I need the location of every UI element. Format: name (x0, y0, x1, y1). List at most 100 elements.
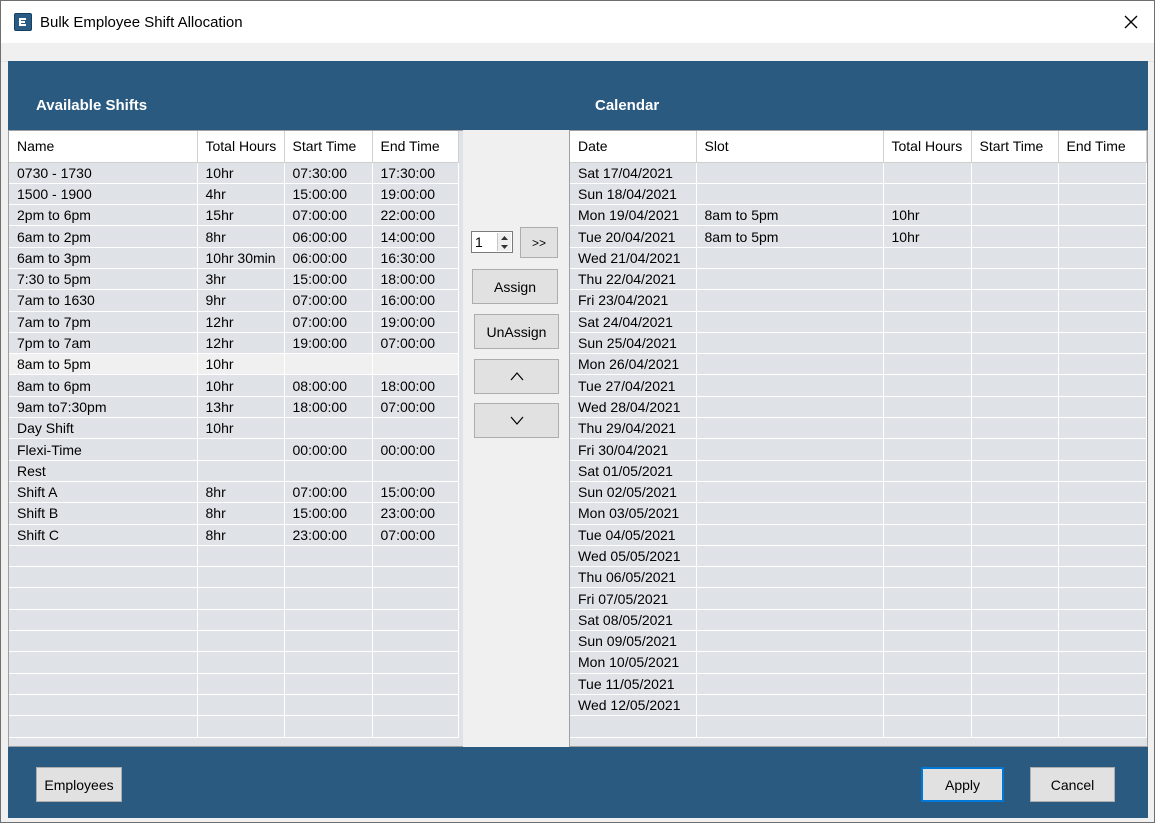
stepper-down-button[interactable] (498, 242, 511, 251)
table-cell (696, 566, 884, 589)
calendar-row[interactable]: Sun 18/04/2021 (570, 183, 1147, 206)
column-header[interactable]: Start Time (971, 131, 1059, 163)
calendar-row[interactable]: Wed 12/05/2021 (570, 694, 1147, 717)
table-cell: Day Shift (9, 417, 198, 440)
shift-row[interactable]: 6am to 2pm 8hr 06:00:00 14:00:00 (9, 225, 459, 248)
calendar-row[interactable]: Tue 20/04/2021 8am to 5pm 10hr (570, 225, 1147, 248)
shift-row[interactable]: Day Shift 10hr (9, 417, 459, 440)
move-forward-button[interactable]: >> (520, 227, 558, 258)
close-button[interactable] (1108, 1, 1154, 43)
calendar-row[interactable]: Mon 26/04/2021 (570, 353, 1147, 376)
calendar-row[interactable]: Sun 25/04/2021 (570, 332, 1147, 355)
shift-row[interactable]: 6am to 3pm 10hr 30min 06:00:00 16:30:00 (9, 247, 459, 269)
table-cell (372, 715, 459, 738)
table-cell: Sun 02/05/2021 (570, 481, 697, 504)
calendar-row[interactable]: Thu 22/04/2021 (570, 268, 1147, 291)
table-cell (971, 524, 1059, 546)
calendar-table: Date Slot Total Hours Start Time End Time Sa… (570, 131, 1147, 738)
table-cell: 8am to 5pm (9, 353, 198, 376)
table-cell: 00:00:00 (372, 438, 459, 461)
calendar-row[interactable]: Mon 10/05/2021 (570, 651, 1147, 674)
calendar-row[interactable]: Wed 28/04/2021 (570, 396, 1147, 419)
table-cell: Thu 06/05/2021 (570, 566, 697, 589)
calendar-row[interactable]: Thu 29/04/2021 (570, 417, 1147, 440)
shift-row[interactable]: 7am to 1630 9hr 07:00:00 16:00:00 (9, 289, 459, 312)
calendar-row[interactable]: Tue 04/05/2021 (570, 524, 1147, 546)
calendar-row[interactable]: Fri 07/05/2021 (570, 587, 1147, 610)
cancel-button[interactable]: Cancel (1030, 767, 1115, 802)
calendar-row[interactable]: Wed 05/05/2021 (570, 545, 1147, 568)
shift-row[interactable]: 9am to7:30pm 13hr 18:00:00 07:00:00 (9, 396, 459, 419)
table-cell (1058, 396, 1147, 419)
table-cell (696, 183, 884, 206)
table-cell: 10hr 30min (197, 247, 285, 269)
title-separator (1, 43, 1154, 62)
calendar-row[interactable]: Thu 06/05/2021 (570, 566, 1147, 589)
employees-button[interactable]: Employees (36, 767, 122, 802)
table-cell (372, 417, 459, 440)
calendar-row[interactable]: Tue 11/05/2021 (570, 673, 1147, 695)
shift-row[interactable]: 8am to 5pm 10hr (9, 353, 459, 376)
column-header[interactable]: Date (570, 131, 697, 163)
calendar-row[interactable]: Wed 21/04/2021 (570, 247, 1147, 269)
count-stepper-value[interactable]: 1 (475, 234, 483, 250)
column-header[interactable]: End Time (1058, 131, 1147, 163)
shift-row[interactable]: 7am to 7pm 12hr 07:00:00 19:00:00 (9, 311, 459, 333)
calendar-grid[interactable]: Date Slot Total Hours Start Time End Time Sa… (569, 130, 1148, 747)
table-cell: Fri 30/04/2021 (570, 438, 697, 461)
table-cell (372, 694, 459, 717)
column-header[interactable]: End Time (372, 131, 459, 163)
table-cell (1058, 417, 1147, 440)
table-cell: 2pm to 6pm (9, 204, 198, 227)
calendar-row[interactable]: Sun 09/05/2021 (570, 630, 1147, 653)
table-cell: 15:00:00 (284, 183, 373, 206)
calendar-row[interactable]: Sun 02/05/2021 (570, 481, 1147, 504)
column-header[interactable]: Name (9, 131, 198, 163)
shift-row[interactable]: Rest (9, 460, 459, 482)
shift-row[interactable]: 1500 - 1900 4hr 15:00:00 19:00:00 (9, 183, 459, 206)
assign-button[interactable]: Assign (472, 269, 558, 304)
table-cell (696, 438, 884, 461)
column-header[interactable]: Total Hours (197, 131, 285, 163)
table-cell: 7:30 to 5pm (9, 268, 198, 291)
shift-row[interactable]: 7pm to 7am 12hr 19:00:00 07:00:00 (9, 332, 459, 355)
calendar-row[interactable]: Sat 01/05/2021 (570, 460, 1147, 482)
shift-row[interactable]: Shift A 8hr 07:00:00 15:00:00 (9, 481, 459, 504)
calendar-row[interactable]: Mon 19/04/2021 8am to 5pm 10hr (570, 204, 1147, 227)
shift-row[interactable]: 0730 - 1730 10hr 07:30:00 17:30:00 (9, 162, 459, 184)
shift-row[interactable]: 8am to 6pm 10hr 08:00:00 18:00:00 (9, 374, 459, 397)
calendar-row[interactable]: Tue 27/04/2021 (570, 374, 1147, 397)
calendar-row[interactable]: Mon 03/05/2021 (570, 502, 1147, 525)
table-cell (372, 353, 459, 376)
table-cell (696, 396, 884, 419)
shift-row[interactable]: Shift C 8hr 23:00:00 07:00:00 (9, 524, 459, 546)
unassign-button[interactable]: UnAssign (474, 314, 559, 349)
calendar-row[interactable]: Fri 30/04/2021 (570, 438, 1147, 461)
calendar-row[interactable]: Fri 23/04/2021 (570, 289, 1147, 312)
column-header[interactable]: Total Hours (883, 131, 972, 163)
table-cell (883, 524, 972, 546)
column-header[interactable]: Start Time (284, 131, 373, 163)
table-cell: 08:00:00 (284, 374, 373, 397)
empty-row (9, 651, 459, 674)
table-cell: 8am to 6pm (9, 374, 198, 397)
shift-row[interactable]: 7:30 to 5pm 3hr 15:00:00 18:00:00 (9, 268, 459, 291)
table-cell: Thu 22/04/2021 (570, 268, 697, 291)
column-header[interactable]: Slot (696, 131, 884, 163)
stepper-up-button[interactable] (498, 233, 511, 242)
shift-row[interactable]: 2pm to 6pm 15hr 07:00:00 22:00:00 (9, 204, 459, 227)
calendar-row[interactable]: Sat 24/04/2021 (570, 311, 1147, 333)
move-down-button[interactable] (474, 403, 559, 438)
move-up-button[interactable] (474, 359, 559, 394)
apply-button[interactable]: Apply (921, 767, 1004, 802)
table-cell (883, 651, 972, 674)
available-shifts-grid[interactable]: Name Total Hours Start Time End Time 0730 -… (8, 130, 464, 747)
shift-row[interactable]: Shift B 8hr 15:00:00 23:00:00 (9, 502, 459, 525)
table-cell: 7pm to 7am (9, 332, 198, 355)
table-cell (883, 417, 972, 440)
calendar-row[interactable]: Sat 17/04/2021 (570, 162, 1147, 184)
table-cell: Sat 17/04/2021 (570, 162, 697, 184)
shift-row[interactable]: Flexi-Time 00:00:00 00:00:00 (9, 438, 459, 461)
count-stepper[interactable]: 1 (471, 231, 513, 253)
calendar-row[interactable]: Sat 08/05/2021 (570, 609, 1147, 632)
